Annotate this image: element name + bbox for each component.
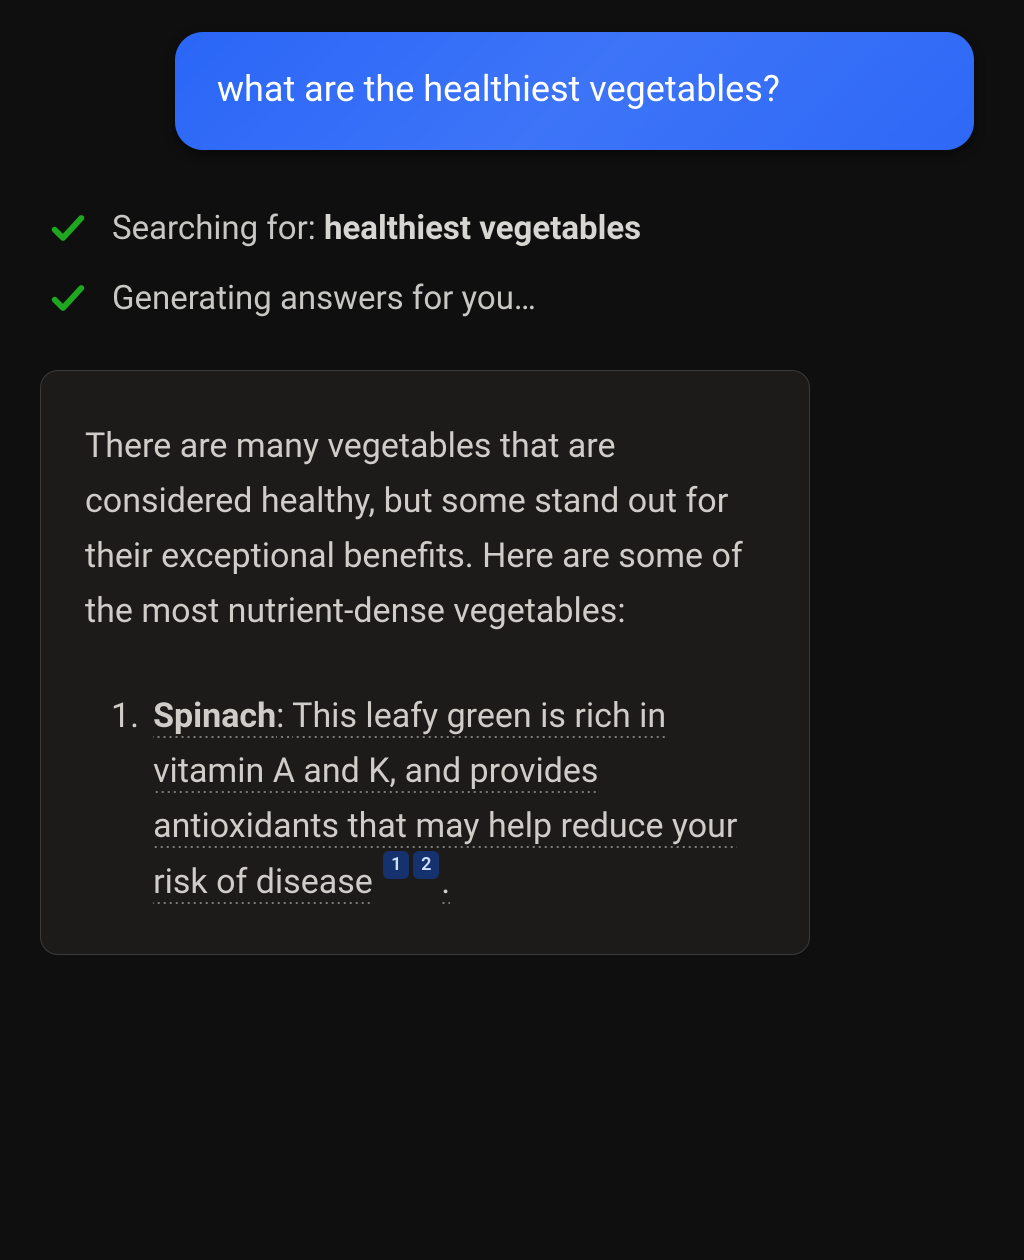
searching-query: healthiest vegetables [324,209,641,248]
list-item-number: 1. [111,689,139,909]
list-item-trail: . [441,862,450,904]
status-block: Searching for: healthiest vegetables Gen… [48,208,984,318]
user-message-bubble: what are the healthiest vegetables? [175,32,974,150]
searching-prefix: Searching for: [112,209,324,248]
status-searching-row: Searching for: healthiest vegetables [48,208,984,248]
response-intro: There are many vegetables that are consi… [85,419,765,639]
check-icon [48,278,88,318]
response-list: 1. Spinach: This leafy green is rich in … [85,689,765,909]
list-item-sep: : [276,696,292,738]
citation-badge[interactable]: 2 [413,851,439,879]
user-message-text: what are the healthiest vegetables? [217,68,780,110]
assistant-response-card: There are many vegetables that are consi… [40,370,810,955]
list-item-body: Spinach: This leafy green is rich in vit… [153,689,765,909]
status-searching-text: Searching for: healthiest vegetables [112,209,641,248]
check-icon [48,208,88,248]
status-generating-text: Generating answers for you… [112,279,536,318]
list-item: 1. Spinach: This leafy green is rich in … [111,689,765,909]
list-item-name: Spinach [153,696,276,738]
status-generating-row: Generating answers for you… [48,278,984,318]
citation-badge[interactable]: 1 [383,851,409,879]
